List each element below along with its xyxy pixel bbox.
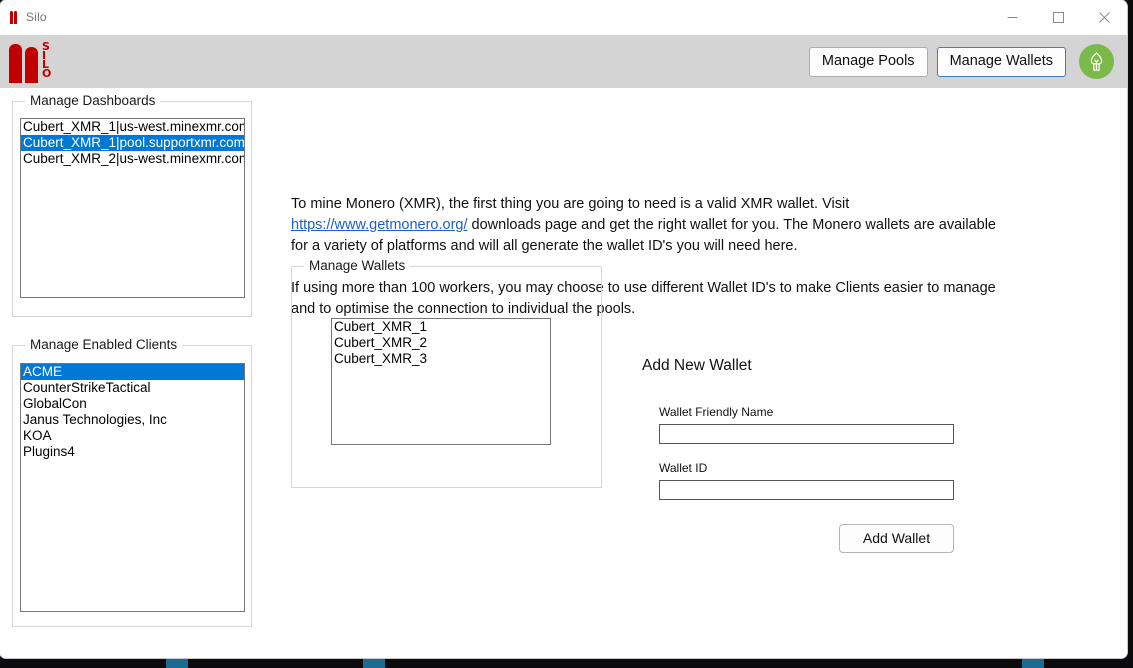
list-item[interactable]: Cubert_XMR_3 xyxy=(332,351,550,367)
list-item[interactable]: Cubert_XMR_1|us-west.minexmr.com xyxy=(21,119,244,135)
list-item[interactable]: CounterStrikeTactical xyxy=(21,380,244,396)
intro-para1-before: To mine Monero (XMR), the first thing yo… xyxy=(291,196,849,212)
list-item[interactable]: Cubert_XMR_1|pool.supportxmr.com xyxy=(21,135,244,151)
clients-listbox[interactable]: ACME CounterStrikeTactical GlobalCon Jan… xyxy=(20,363,245,612)
app-window: Silo S I L O Manage xyxy=(0,0,1127,658)
maximize-icon[interactable] xyxy=(1035,0,1081,34)
window-title: Silo xyxy=(26,10,47,24)
list-item[interactable]: Janus Technologies, Inc xyxy=(21,412,244,428)
app-toolbar: S I L O Manage Pools Manage Wallets xyxy=(0,35,1127,88)
add-new-wallet-panel: Add New Wallet Wallet Friendly Name Wall… xyxy=(642,356,962,553)
list-item[interactable]: ACME xyxy=(21,364,244,380)
silo-bars-icon xyxy=(10,10,17,24)
silo-logo: S I L O xyxy=(9,41,51,83)
content-area: Manage Dashboards Cubert_XMR_1|us-west.m… xyxy=(0,88,1127,658)
window-controls xyxy=(989,0,1127,34)
silo-wordmark: S I L O xyxy=(42,41,51,78)
brand-letter-o: O xyxy=(42,69,51,78)
intro-paragraph-1: To mine Monero (XMR), the first thing yo… xyxy=(291,194,1014,257)
minimize-icon[interactable] xyxy=(989,0,1035,34)
silo-bars-icon xyxy=(9,41,38,83)
dashboards-listbox[interactable]: Cubert_XMR_1|us-west.minexmr.com Cubert_… xyxy=(20,118,245,298)
wallet-id-input[interactable] xyxy=(659,480,954,500)
manage-wallets-group-title: Manage Wallets xyxy=(304,258,410,273)
manage-pools-button[interactable]: Manage Pools xyxy=(809,47,928,77)
add-new-wallet-heading: Add New Wallet xyxy=(642,356,962,376)
list-item[interactable]: Cubert_XMR_2 xyxy=(332,335,550,351)
wallet-friendly-name-label: Wallet Friendly Name xyxy=(659,405,962,419)
getmonero-link[interactable]: https://www.getmonero.org/ xyxy=(291,217,468,233)
available-wallets-listbox[interactable]: Cubert_XMR_1 Cubert_XMR_2 Cubert_XMR_3 xyxy=(331,318,551,445)
list-item[interactable]: Cubert_XMR_2|us-west.minexmr.com xyxy=(21,151,244,167)
list-item[interactable]: Cubert_XMR_1 xyxy=(332,319,550,335)
manage-dashboards-title: Manage Dashboards xyxy=(25,93,160,108)
wallet-id-label: Wallet ID xyxy=(659,461,962,475)
close-icon[interactable] xyxy=(1081,0,1127,34)
manage-wallets-button[interactable]: Manage Wallets xyxy=(937,47,1066,77)
title-bar: Silo xyxy=(0,0,1127,35)
toolbar-actions: Manage Pools Manage Wallets xyxy=(809,44,1127,79)
wallet-friendly-name-input[interactable] xyxy=(659,424,954,444)
list-item[interactable]: GlobalCon xyxy=(21,396,244,412)
tree-icon[interactable] xyxy=(1079,44,1114,79)
add-wallet-button[interactable]: Add Wallet xyxy=(839,524,954,553)
manage-enabled-clients-title: Manage Enabled Clients xyxy=(25,337,182,352)
list-item[interactable]: KOA xyxy=(21,428,244,444)
list-item[interactable]: Plugins4 xyxy=(21,444,244,460)
